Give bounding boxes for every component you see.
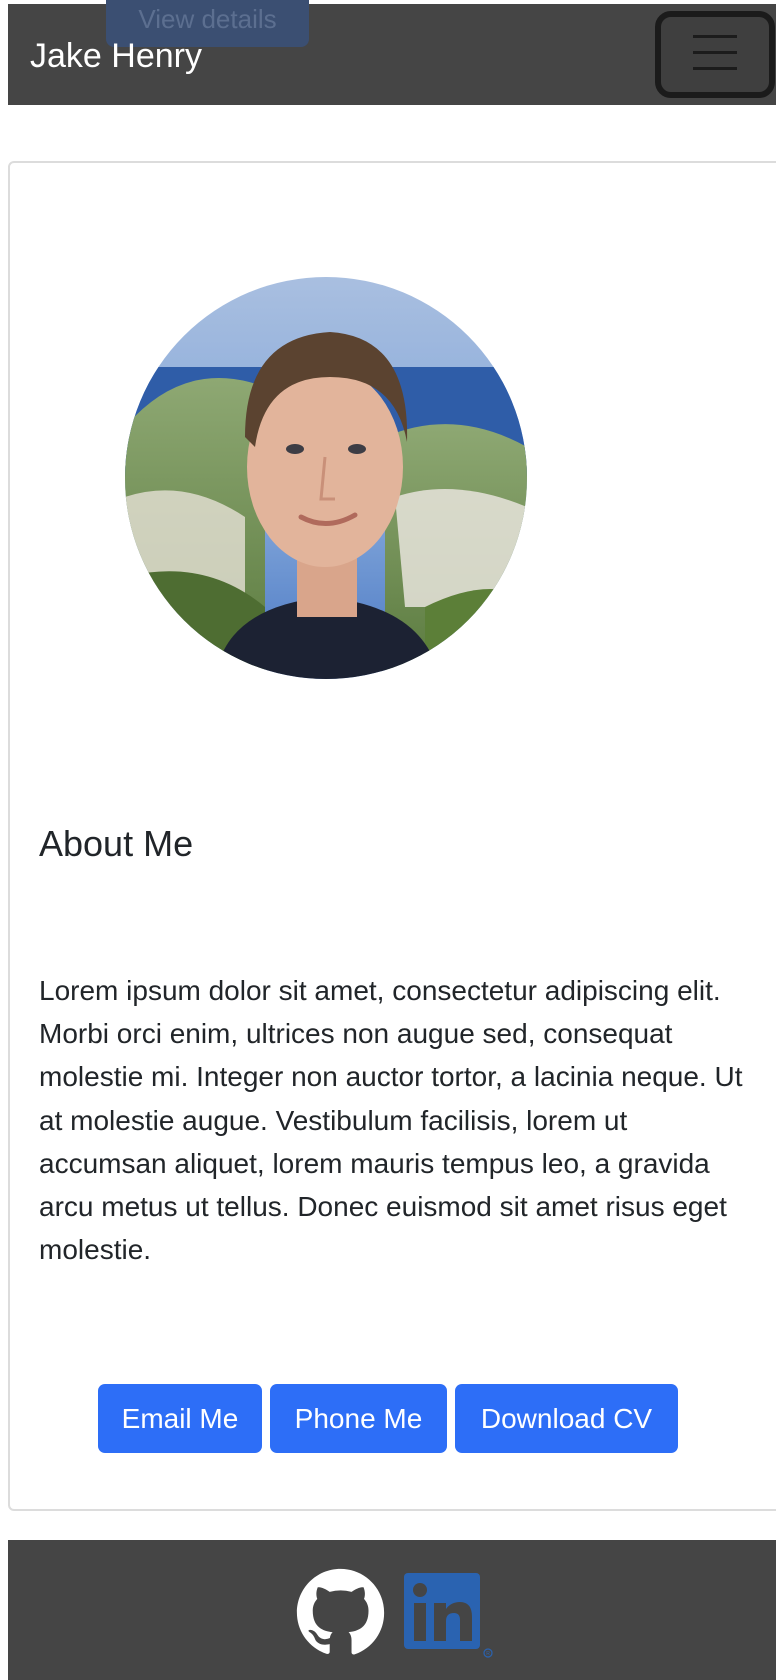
- hamburger-icon-bar: [693, 51, 737, 54]
- contact-buttons: Email Me Phone Me Download CV: [98, 1384, 678, 1453]
- svg-text:R: R: [486, 1651, 490, 1657]
- github-icon[interactable]: [295, 1567, 386, 1658]
- brand-name[interactable]: Jake Henry: [30, 36, 202, 76]
- footer: R: [8, 1540, 776, 1680]
- page-edge: [0, 0, 8, 1680]
- hamburger-icon-bar: [693, 67, 737, 70]
- email-me-button[interactable]: Email Me: [98, 1384, 262, 1453]
- about-title: About Me: [39, 823, 194, 864]
- linkedin-icon[interactable]: R: [404, 1573, 494, 1659]
- profile-card: About Me Lorem ipsum dolor sit amet, con…: [8, 161, 776, 1511]
- phone-me-button[interactable]: Phone Me: [270, 1384, 447, 1453]
- profile-photo-illustration: [125, 277, 527, 679]
- download-cv-button[interactable]: Download CV: [455, 1384, 678, 1453]
- profile-photo: [125, 277, 527, 679]
- navbar: View details Jake Henry: [8, 0, 776, 105]
- menu-toggle-button[interactable]: [655, 11, 775, 98]
- hamburger-icon: [693, 35, 737, 38]
- about-body: Lorem ipsum dolor sit amet, consectetur …: [39, 975, 743, 1266]
